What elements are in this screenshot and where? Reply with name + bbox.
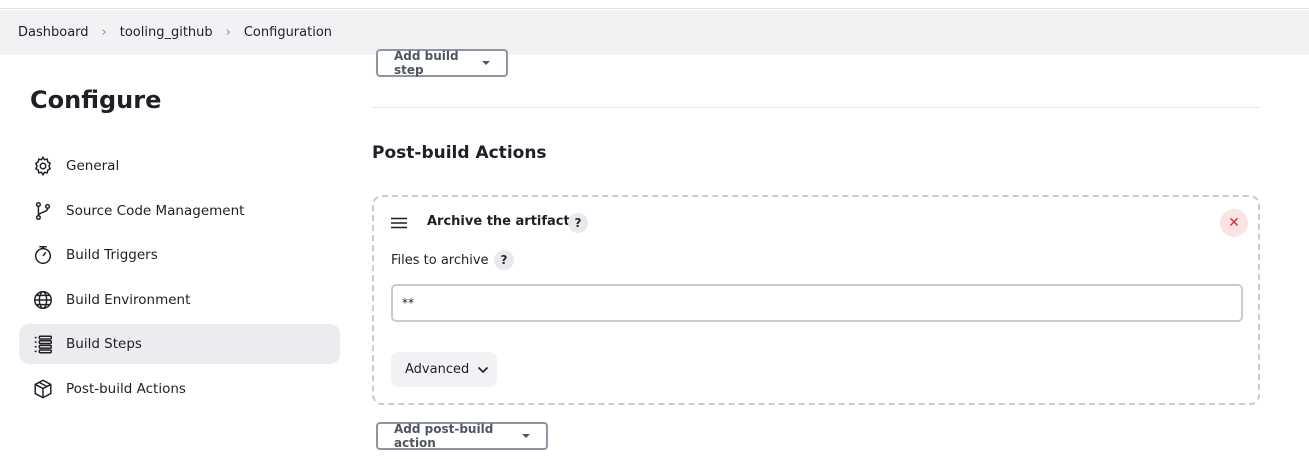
files-to-archive-label: Files to archive [391,253,489,268]
top-strip [0,0,1309,9]
timer-icon [34,246,52,265]
sidebar-item-build-environment[interactable]: Build Environment [19,280,340,320]
sidebar-item-label: Source Code Management [66,202,245,219]
card-title: Archive the artifacts [427,214,578,229]
add-build-step-button[interactable]: Add build step [376,49,508,77]
sidebar-item-label: Build Triggers [66,247,158,264]
breadcrumb-dashboard[interactable]: Dashboard [18,25,89,40]
archive-artifacts-card: Archive the artifacts ? ✕ Files to archi… [372,195,1260,405]
breadcrumb: Dashboard › tooling_github › Configurati… [0,10,1309,55]
page-title: Configure [30,86,162,114]
sidebar-item-label: Build Steps [66,336,142,353]
chevron-right-icon: › [225,25,231,40]
globe-icon [34,290,52,309]
breadcrumb-configuration[interactable]: Configuration [244,25,332,40]
section-divider [372,107,1260,108]
help-icon[interactable]: ? [494,250,514,270]
caret-down-icon [522,434,530,438]
sidebar-item-label: Build Environment [66,291,191,308]
sidebar-item-source-code-management[interactable]: Source Code Management [19,191,340,231]
sidebar-item-label: Post-build Actions [66,380,186,397]
git-branch-icon [35,201,51,220]
breadcrumb-project[interactable]: tooling_github [120,25,213,40]
advanced-button[interactable]: Advanced [391,352,497,387]
list-icon [34,335,52,354]
sidebar-item-label: General [66,158,120,174]
add-post-build-action-label: Add post-build action [394,422,494,450]
drag-handle-icon[interactable] [391,217,407,229]
advanced-label: Advanced [405,362,470,377]
help-icon[interactable]: ? [568,213,588,233]
sidebar-item-build-triggers[interactable]: Build Triggers [19,235,340,275]
add-post-build-action-button[interactable]: Add post-build action [376,422,548,450]
chevron-down-icon [478,366,489,373]
sidebar-item-build-steps[interactable]: Build Steps [19,324,340,365]
package-icon [34,379,52,399]
files-to-archive-input[interactable] [391,284,1243,322]
sidebar-nav: General Source Code Management Build Tri… [19,146,340,414]
caret-down-icon [482,61,490,65]
chevron-right-icon: › [101,25,107,40]
section-title: Post-build Actions [372,143,547,163]
add-build-step-label: Add build step [394,49,459,77]
sidebar-item-post-build-actions[interactable]: Post-build Actions [19,369,340,409]
close-icon[interactable]: ✕ [1220,209,1248,237]
gear-icon [34,155,52,177]
sidebar-item-general[interactable]: General [19,146,340,186]
